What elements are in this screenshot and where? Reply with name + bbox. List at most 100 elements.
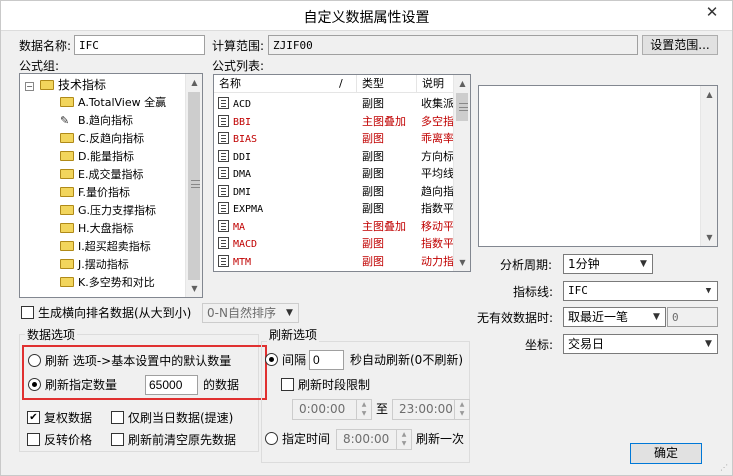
formula-row-name[interactable]: MTM xyxy=(218,253,356,272)
tree-item-label: K.多空势和对比 xyxy=(78,276,155,289)
close-icon[interactable]: ✕ xyxy=(692,1,732,25)
tree-item[interactable]: I.超买超卖指标 xyxy=(60,238,151,256)
folder-icon xyxy=(60,169,74,179)
formula-row-name[interactable]: MA xyxy=(218,218,356,237)
tree-item[interactable]: G.压力支撑指标 xyxy=(60,202,156,220)
tree-item-label: G.压力支撑指标 xyxy=(78,204,157,217)
formula-row-desc: 动力指 xyxy=(421,254,454,268)
preview-scrollbar[interactable]: ▲ ▼ xyxy=(700,86,717,246)
scroll-up-icon[interactable]: ▲ xyxy=(701,86,717,103)
time-to-spinner: 23:00:00 ▲ ▼ xyxy=(392,399,470,420)
tree-item-label: C.反趋向指标 xyxy=(78,132,145,145)
scroll-thumb[interactable] xyxy=(456,93,468,121)
title-bar: 自定义数据属性设置 ✕ xyxy=(1,1,732,31)
formula-row-name[interactable]: DMA xyxy=(218,165,356,184)
formula-row-desc: 乖离率 xyxy=(421,132,454,145)
rank-checkbox[interactable] xyxy=(21,306,34,319)
clear-before-checkbox[interactable] xyxy=(111,433,124,446)
clear-before-label: 刷新前清空原先数据 xyxy=(128,433,237,447)
formula-row-type: 副图 xyxy=(362,254,384,268)
tree-item[interactable]: H.大盘指标 xyxy=(60,220,134,238)
interval-label: 间隔 xyxy=(282,353,307,367)
scroll-up-icon[interactable]: ▲ xyxy=(186,74,202,91)
axis-select[interactable]: 交易日 ▼ xyxy=(563,334,718,354)
chevron-down-icon: ▼ xyxy=(653,312,660,322)
rank-order-select: 0-N自然排序 ▼ xyxy=(202,303,299,323)
folder-icon xyxy=(60,187,74,197)
tree-item[interactable]: J.摆动指标 xyxy=(60,256,129,274)
tree-item-label: A.TotalView 全赢 xyxy=(78,96,167,109)
scroll-down-icon[interactable]: ▼ xyxy=(701,229,717,246)
refresh-default-radio[interactable] xyxy=(28,354,41,367)
scroll-thumb[interactable] xyxy=(188,92,200,280)
scroll-up-icon[interactable]: ▲ xyxy=(454,75,470,92)
fixed-time-radio[interactable] xyxy=(265,432,278,445)
formula-icon xyxy=(218,132,229,144)
period-limit-checkbox[interactable] xyxy=(281,378,294,391)
formula-list-label: 公式列表: xyxy=(212,59,265,73)
refresh-count-radio[interactable] xyxy=(28,378,41,391)
formula-row-name[interactable]: MACD xyxy=(218,235,356,254)
list-scrollbar[interactable]: ▲ ▼ xyxy=(453,75,470,271)
period-select[interactable]: 1分钟 ▼ xyxy=(563,254,653,274)
formula-list[interactable]: 名称 / 类型 说明 ACD 副图 收集派 BBI 主图叠加 多空指 BIAS 副图 乖离率 DDI… xyxy=(213,74,471,272)
formula-row-name[interactable]: BIAS xyxy=(218,130,356,149)
restore-label: 复权数据 xyxy=(44,411,93,425)
formula-row-name[interactable]: DDI xyxy=(218,148,356,167)
formula-group-tree[interactable]: − 技术指标 A.TotalView 全赢 ✎ B.趋向指标 C.反趋向指标 D.能量指… xyxy=(19,73,203,298)
refresh-count-suffix: 的数据 xyxy=(203,378,240,392)
refresh-options-title: 刷新选项 xyxy=(267,328,320,342)
tree-item[interactable]: E.成交量指标 xyxy=(60,166,143,184)
interval-radio[interactable] xyxy=(265,353,278,366)
ok-button[interactable]: 确定 xyxy=(630,443,702,464)
refresh-once-label[interactable]: 刷新一次 xyxy=(416,432,464,446)
today-only-checkbox[interactable] xyxy=(111,411,124,424)
formula-row-desc: 趋向指 xyxy=(421,184,454,198)
col-header-desc[interactable]: 说明 xyxy=(417,75,457,93)
tree-item[interactable]: F.量价指标 xyxy=(60,184,130,202)
tree-item[interactable]: A.TotalView 全赢 xyxy=(60,94,166,112)
resize-grip-icon[interactable]: ⋰ xyxy=(720,463,730,473)
formula-icon xyxy=(218,167,229,179)
col-header-type[interactable]: 类型 xyxy=(357,75,417,93)
formula-row-desc: 指数平 xyxy=(421,202,454,215)
collapse-icon[interactable]: − xyxy=(25,82,34,91)
indicator-line-select[interactable]: IFC ▼ xyxy=(563,281,718,301)
folder-icon xyxy=(60,133,74,143)
invalid-data-select[interactable]: 取最近一笔 ▼ xyxy=(563,307,666,327)
formula-row-name[interactable]: BBI xyxy=(218,113,356,132)
tree-item-label: I.超买超卖指标 xyxy=(78,240,151,253)
tree-item-label: H.大盘指标 xyxy=(78,222,134,235)
data-name-input[interactable]: IFC xyxy=(74,35,205,55)
reverse-price-checkbox[interactable] xyxy=(27,433,40,446)
col-header-name[interactable]: 名称 / xyxy=(214,75,357,93)
interval-input[interactable]: 0 xyxy=(309,350,344,370)
formula-group-label: 公式组: xyxy=(19,59,60,73)
formula-icon xyxy=(218,202,229,214)
folder-icon xyxy=(60,205,74,215)
tree-item[interactable]: K.多空势和对比 xyxy=(60,274,155,292)
axis-label: 坐标: xyxy=(525,338,554,352)
tree-item[interactable]: D.能量指标 xyxy=(60,148,134,166)
formula-row-name[interactable]: EXPMA xyxy=(218,200,356,219)
formula-row-name[interactable]: ACD xyxy=(218,95,356,114)
set-range-button[interactable]: 设置范围... xyxy=(642,35,718,55)
formula-row-desc: 平均线 xyxy=(421,167,454,180)
formula-row-type: 副图 xyxy=(362,97,384,110)
restore-checkbox[interactable]: ✔ xyxy=(27,411,40,424)
data-name-label: 数据名称: xyxy=(19,39,72,53)
refresh-count-label: 刷新指定数量 xyxy=(45,378,118,392)
scroll-down-icon[interactable]: ▼ xyxy=(186,280,202,297)
refresh-count-input[interactable]: 65000 xyxy=(145,375,198,395)
formula-icon xyxy=(218,97,229,109)
folder-icon xyxy=(60,259,74,269)
tree-item[interactable]: C.反趋向指标 xyxy=(60,130,144,148)
tree-item[interactable]: ✎ B.趋向指标 xyxy=(60,112,133,130)
scroll-down-icon[interactable]: ▼ xyxy=(454,254,470,271)
formula-icon xyxy=(218,149,229,162)
formula-row-name[interactable]: PRICEOSC xyxy=(218,270,356,271)
tree-root[interactable]: 技术指标 xyxy=(40,76,106,94)
tree-scrollbar[interactable]: ▲ ▼ xyxy=(185,74,202,297)
formula-row-name[interactable]: DMI xyxy=(218,183,356,202)
indicator-line-label: 指标线: xyxy=(513,285,554,299)
